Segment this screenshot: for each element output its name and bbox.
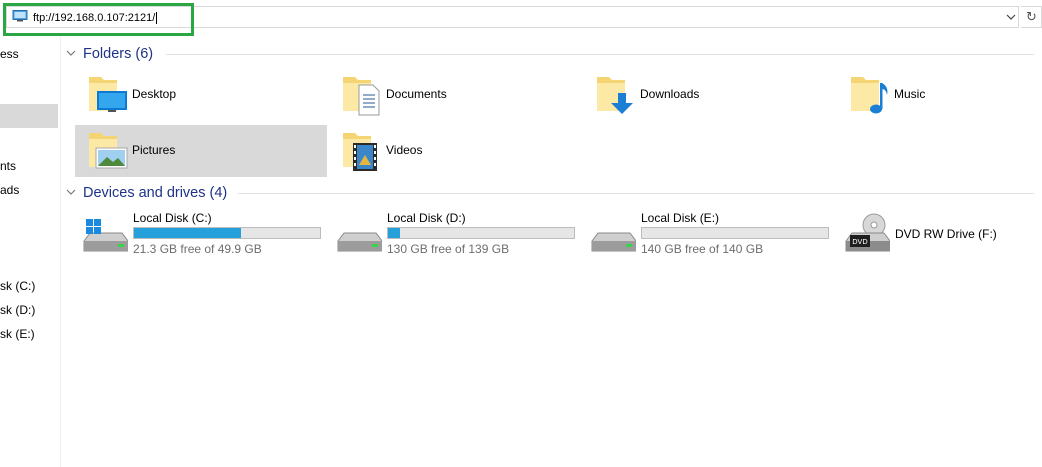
drive-name: DVD RW Drive (F:) [895, 227, 997, 241]
folder-downloads[interactable]: Downloads [583, 69, 835, 121]
address-highlight-box [3, 3, 194, 36]
drive-e[interactable]: Local Disk (E:) 140 GB free of 140 GB [584, 209, 836, 259]
collapse-arrow-icon[interactable] [66, 49, 76, 57]
drive-f-dvd[interactable]: DVD DVD RW Drive (F:) [838, 209, 1042, 259]
folder-music[interactable]: Music [837, 69, 1042, 121]
hard-drive-icon [337, 232, 382, 252]
drive-usage-fill [388, 228, 401, 238]
drive-d[interactable]: Local Disk (D:) 130 GB free of 139 GB [330, 209, 582, 259]
folder-documents[interactable]: Documents [329, 69, 581, 121]
nav-item-drive-d[interactable]: sk (D:) [0, 300, 35, 320]
videos-folder-icon [343, 133, 377, 171]
drive-free-space: 140 GB free of 140 GB [641, 242, 764, 256]
drive-name: Local Disk (D:) [387, 211, 466, 225]
folders-group-header[interactable]: Folders (6) [66, 44, 1036, 64]
nav-item-downloads[interactable]: ads [0, 180, 19, 200]
folder-videos[interactable]: Videos [329, 125, 581, 177]
drive-name: Local Disk (C:) [133, 211, 212, 225]
drive-usage-bar [641, 227, 829, 239]
drive-usage-bar [387, 227, 575, 239]
chevron-down-icon[interactable] [1004, 10, 1018, 24]
group-divider [166, 54, 1034, 55]
windows-drive-icon [83, 219, 128, 252]
music-folder-icon [851, 77, 888, 114]
folder-label: Videos [386, 143, 423, 157]
devices-group-header[interactable]: Devices and drives (4) [66, 183, 1036, 203]
dvd-drive-icon: DVD [845, 213, 890, 252]
drive-name: Local Disk (E:) [641, 211, 720, 225]
svg-text:DVD: DVD [852, 238, 867, 246]
folder-label: Documents [386, 87, 447, 101]
group-divider [238, 193, 1034, 194]
folder-pictures[interactable]: Pictures [75, 125, 327, 177]
navigation-pane[interactable]: ess nts ads sk (C:) sk (D:) sk (E:) [0, 36, 61, 467]
refresh-button[interactable]: ↻ [1021, 6, 1042, 28]
folder-desktop[interactable]: Desktop [75, 69, 327, 121]
refresh-icon: ↻ [1026, 9, 1037, 24]
drive-c[interactable]: Local Disk (C:) 21.3 GB free of 49.9 GB [76, 209, 328, 259]
nav-item-drive-e[interactable]: sk (E:) [0, 324, 35, 344]
nav-item-documents[interactable]: nts [0, 156, 16, 176]
pictures-folder-icon [89, 133, 128, 169]
drive-free-space: 130 GB free of 139 GB [387, 242, 510, 256]
hard-drive-icon [591, 232, 636, 252]
folder-label: Downloads [640, 87, 700, 101]
nav-selected-item[interactable] [0, 104, 58, 128]
downloads-folder-icon [597, 77, 633, 114]
nav-item-drive-c[interactable]: sk (C:) [0, 276, 35, 296]
drive-free-space: 21.3 GB free of 49.9 GB [133, 242, 262, 256]
drive-usage-fill [134, 228, 241, 238]
folders-group-title: Folders (6) [83, 46, 154, 62]
documents-folder-icon [343, 77, 380, 116]
collapse-arrow-icon[interactable] [66, 188, 76, 196]
folder-label: Desktop [132, 87, 177, 101]
devices-group-title: Devices and drives (4) [83, 185, 228, 201]
nav-item[interactable]: ess [0, 44, 19, 64]
desktop-folder-icon [89, 77, 127, 112]
drive-usage-bar [133, 227, 321, 239]
folder-label: Pictures [132, 143, 176, 157]
folder-label: Music [894, 87, 926, 101]
